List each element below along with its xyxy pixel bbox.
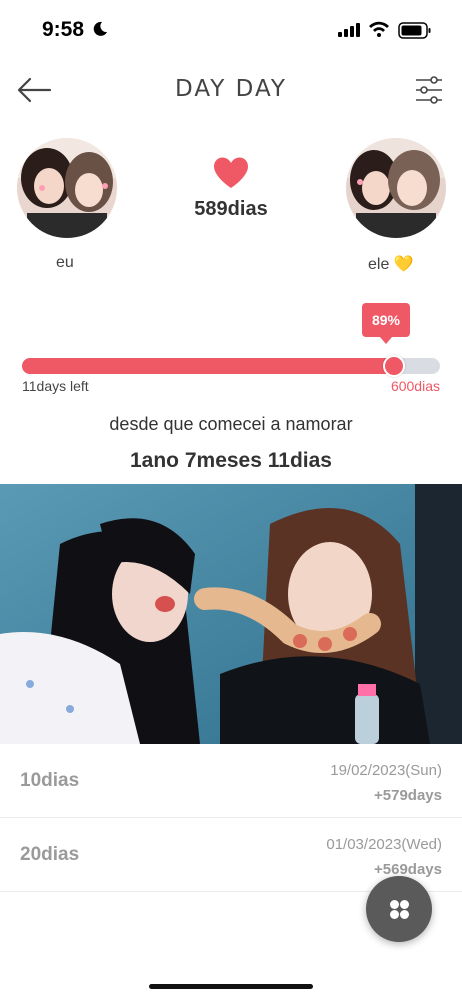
days-together-count: 589dias — [194, 198, 268, 220]
fab-dot-icon — [400, 900, 409, 909]
fab-dot-icon — [390, 900, 399, 909]
milestone-label: 20dias — [20, 844, 80, 865]
milestone-date: 19/02/2023(Sun) — [330, 762, 442, 779]
status-bar: 9:58 — [0, 0, 462, 60]
profile-name-left: eu — [56, 254, 74, 271]
avatar-left-photo — [17, 138, 117, 238]
settings-sliders-icon[interactable] — [412, 74, 446, 106]
milestone-diff: +569days — [374, 861, 442, 878]
fab-dot-icon — [390, 910, 399, 919]
avatar-right[interactable] — [346, 138, 446, 238]
profile-name-right: ele 💛 — [368, 256, 414, 273]
header: DAY DAY — [0, 60, 462, 120]
since-text: desde que comecei a namorar — [109, 414, 353, 434]
heart-icon — [214, 157, 248, 188]
couple-photo-image — [0, 484, 462, 744]
home-indicator[interactable] — [149, 984, 313, 989]
milestone-date: 01/03/2023(Wed) — [326, 836, 442, 853]
page-title: DAY DAY — [175, 76, 287, 102]
avatar-right-photo — [346, 138, 446, 238]
milestone-diff: +579days — [374, 787, 442, 804]
moon-icon — [93, 21, 107, 36]
signal-icon — [338, 23, 360, 37]
target-days-label: 600dias — [390, 378, 440, 394]
progress-fill — [22, 358, 394, 374]
progress-percent-badge: 89% — [362, 303, 410, 344]
avatar-left[interactable] — [17, 138, 117, 238]
battery-icon — [398, 22, 431, 39]
menu-fab-button[interactable] — [366, 876, 432, 942]
milestone-label: 10dias — [20, 770, 80, 791]
status-time: 9:58 — [42, 18, 85, 41]
fab-dot-icon — [400, 910, 409, 919]
progress-track — [22, 355, 440, 377]
days-left-label: 11days left — [22, 378, 89, 394]
progress-knob[interactable] — [383, 355, 405, 377]
list-item[interactable]: 10dias 19/02/2023(Sun) +579days — [0, 744, 462, 818]
wifi-icon — [369, 21, 389, 37]
couple-photo[interactable] — [0, 484, 462, 744]
duration-text: 1ano 7meses 11dias — [130, 449, 332, 472]
